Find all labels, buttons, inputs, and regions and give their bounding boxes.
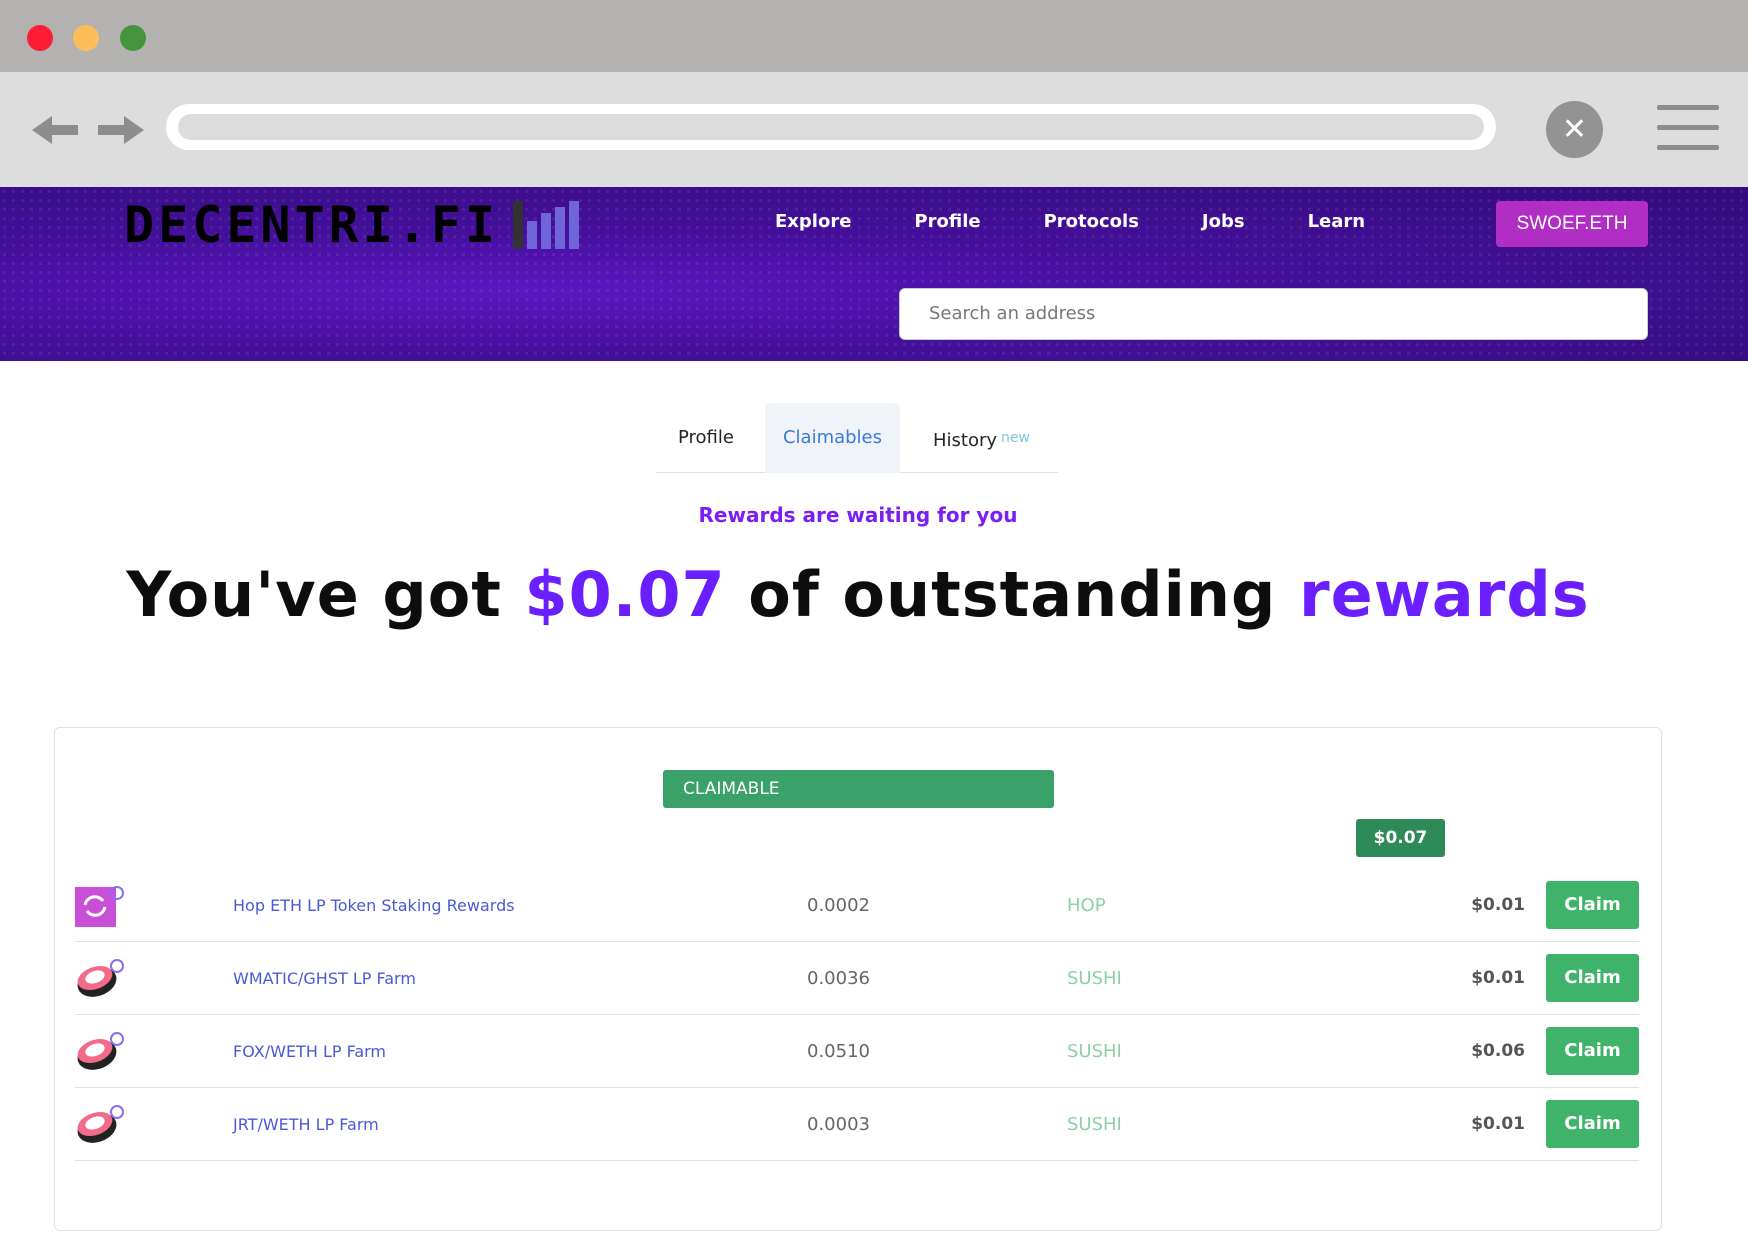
nav-learn[interactable]: Learn bbox=[1308, 211, 1366, 232]
minimize-window-button[interactable] bbox=[73, 25, 99, 51]
reward-name[interactable]: Hop ETH LP Token Staking Rewards bbox=[233, 869, 515, 942]
reward-amount: 0.0003 bbox=[807, 1114, 870, 1135]
reward-value: $0.01 bbox=[1471, 895, 1525, 915]
address-bar-field[interactable] bbox=[178, 114, 1484, 140]
reward-amount: 0.0036 bbox=[807, 968, 870, 989]
browser-toolbar: ✕ bbox=[0, 72, 1748, 187]
table-row: JRT/WETH LP Farm 0.0003 SUSHI $0.01 Clai… bbox=[75, 1088, 1639, 1161]
reward-amount: 0.0510 bbox=[807, 1041, 870, 1062]
profile-tabs: Profile Claimables History new bbox=[656, 403, 1058, 473]
logo-text: DECENTRI.FI bbox=[124, 196, 500, 254]
headline-suffix: rewards bbox=[1299, 558, 1590, 631]
close-window-button[interactable] bbox=[27, 25, 53, 51]
tab-claimables[interactable]: Claimables bbox=[765, 403, 900, 473]
headline-prefix: You've got bbox=[126, 558, 525, 631]
sushi-icon bbox=[77, 1032, 124, 1070]
table-row: WMATIC/GHST LP Farm 0.0036 SUSHI $0.01 C… bbox=[75, 942, 1639, 1015]
rewards-headline: You've got $0.07 of outstanding rewards bbox=[0, 558, 1716, 631]
tab-history[interactable]: History new bbox=[933, 403, 1030, 473]
main-nav: Explore Profile Protocols Jobs Learn bbox=[775, 211, 1428, 232]
new-badge: new bbox=[1001, 430, 1030, 446]
nav-explore[interactable]: Explore bbox=[775, 211, 851, 232]
wallet-button[interactable]: SWOEF.ETH bbox=[1496, 201, 1648, 247]
nav-protocols[interactable]: Protocols bbox=[1044, 211, 1139, 232]
back-arrow-icon[interactable] bbox=[30, 110, 80, 150]
claimables-card: CLAIMABLE $0.07 Hop ETH LP Token Staking… bbox=[54, 727, 1662, 1231]
nav-jobs[interactable]: Jobs bbox=[1202, 211, 1245, 232]
headline-middle: of outstanding bbox=[725, 558, 1300, 631]
claim-button[interactable]: Claim bbox=[1546, 954, 1639, 1002]
site-header: DECENTRI.FI Explore Profile Protocols Jo… bbox=[0, 187, 1748, 361]
table-row: Hop ETH LP Token Staking Rewards 0.0002 … bbox=[75, 869, 1639, 942]
reward-token: HOP bbox=[1067, 895, 1106, 916]
rewards-subheading: Rewards are waiting for you bbox=[698, 503, 1018, 527]
forward-arrow-icon[interactable] bbox=[96, 110, 146, 150]
table-row: FOX/WETH LP Farm 0.0510 SUSHI $0.06 Clai… bbox=[75, 1015, 1639, 1088]
hop-icon bbox=[75, 886, 124, 927]
claim-button[interactable]: Claim bbox=[1546, 881, 1639, 929]
address-bar[interactable] bbox=[166, 104, 1496, 150]
claimable-section-label: CLAIMABLE bbox=[663, 770, 1054, 808]
tab-profile[interactable]: Profile bbox=[678, 403, 734, 473]
reward-token: SUSHI bbox=[1067, 968, 1122, 989]
reward-value: $0.06 bbox=[1471, 1041, 1525, 1061]
reward-token: SUSHI bbox=[1067, 1114, 1122, 1135]
headline-amount: $0.07 bbox=[524, 558, 726, 631]
reward-value: $0.01 bbox=[1471, 968, 1525, 988]
reward-amount: 0.0002 bbox=[807, 895, 870, 916]
total-claimable-badge: $0.07 bbox=[1356, 819, 1445, 857]
logo[interactable]: DECENTRI.FI bbox=[124, 195, 580, 255]
reward-name[interactable]: FOX/WETH LP Farm bbox=[233, 1015, 386, 1088]
reward-name[interactable]: JRT/WETH LP Farm bbox=[233, 1088, 379, 1161]
sushi-icon bbox=[77, 959, 124, 997]
reward-token: SUSHI bbox=[1067, 1041, 1122, 1062]
search-input[interactable]: Search an address bbox=[899, 288, 1648, 340]
claim-button[interactable]: Claim bbox=[1546, 1100, 1639, 1148]
sushi-icon bbox=[77, 1105, 124, 1143]
window-titlebar bbox=[0, 0, 1748, 72]
reward-name[interactable]: WMATIC/GHST LP Farm bbox=[233, 942, 416, 1015]
reward-value: $0.01 bbox=[1471, 1114, 1525, 1134]
x-icon: ✕ bbox=[1561, 112, 1588, 147]
logo-bars-icon bbox=[513, 201, 580, 249]
claim-button[interactable]: Claim bbox=[1546, 1027, 1639, 1075]
nav-profile[interactable]: Profile bbox=[914, 211, 980, 232]
tab-history-label: History bbox=[933, 430, 998, 451]
stop-button[interactable]: ✕ bbox=[1546, 101, 1603, 158]
maximize-window-button[interactable] bbox=[120, 25, 146, 51]
hamburger-menu-icon[interactable] bbox=[1657, 105, 1719, 151]
